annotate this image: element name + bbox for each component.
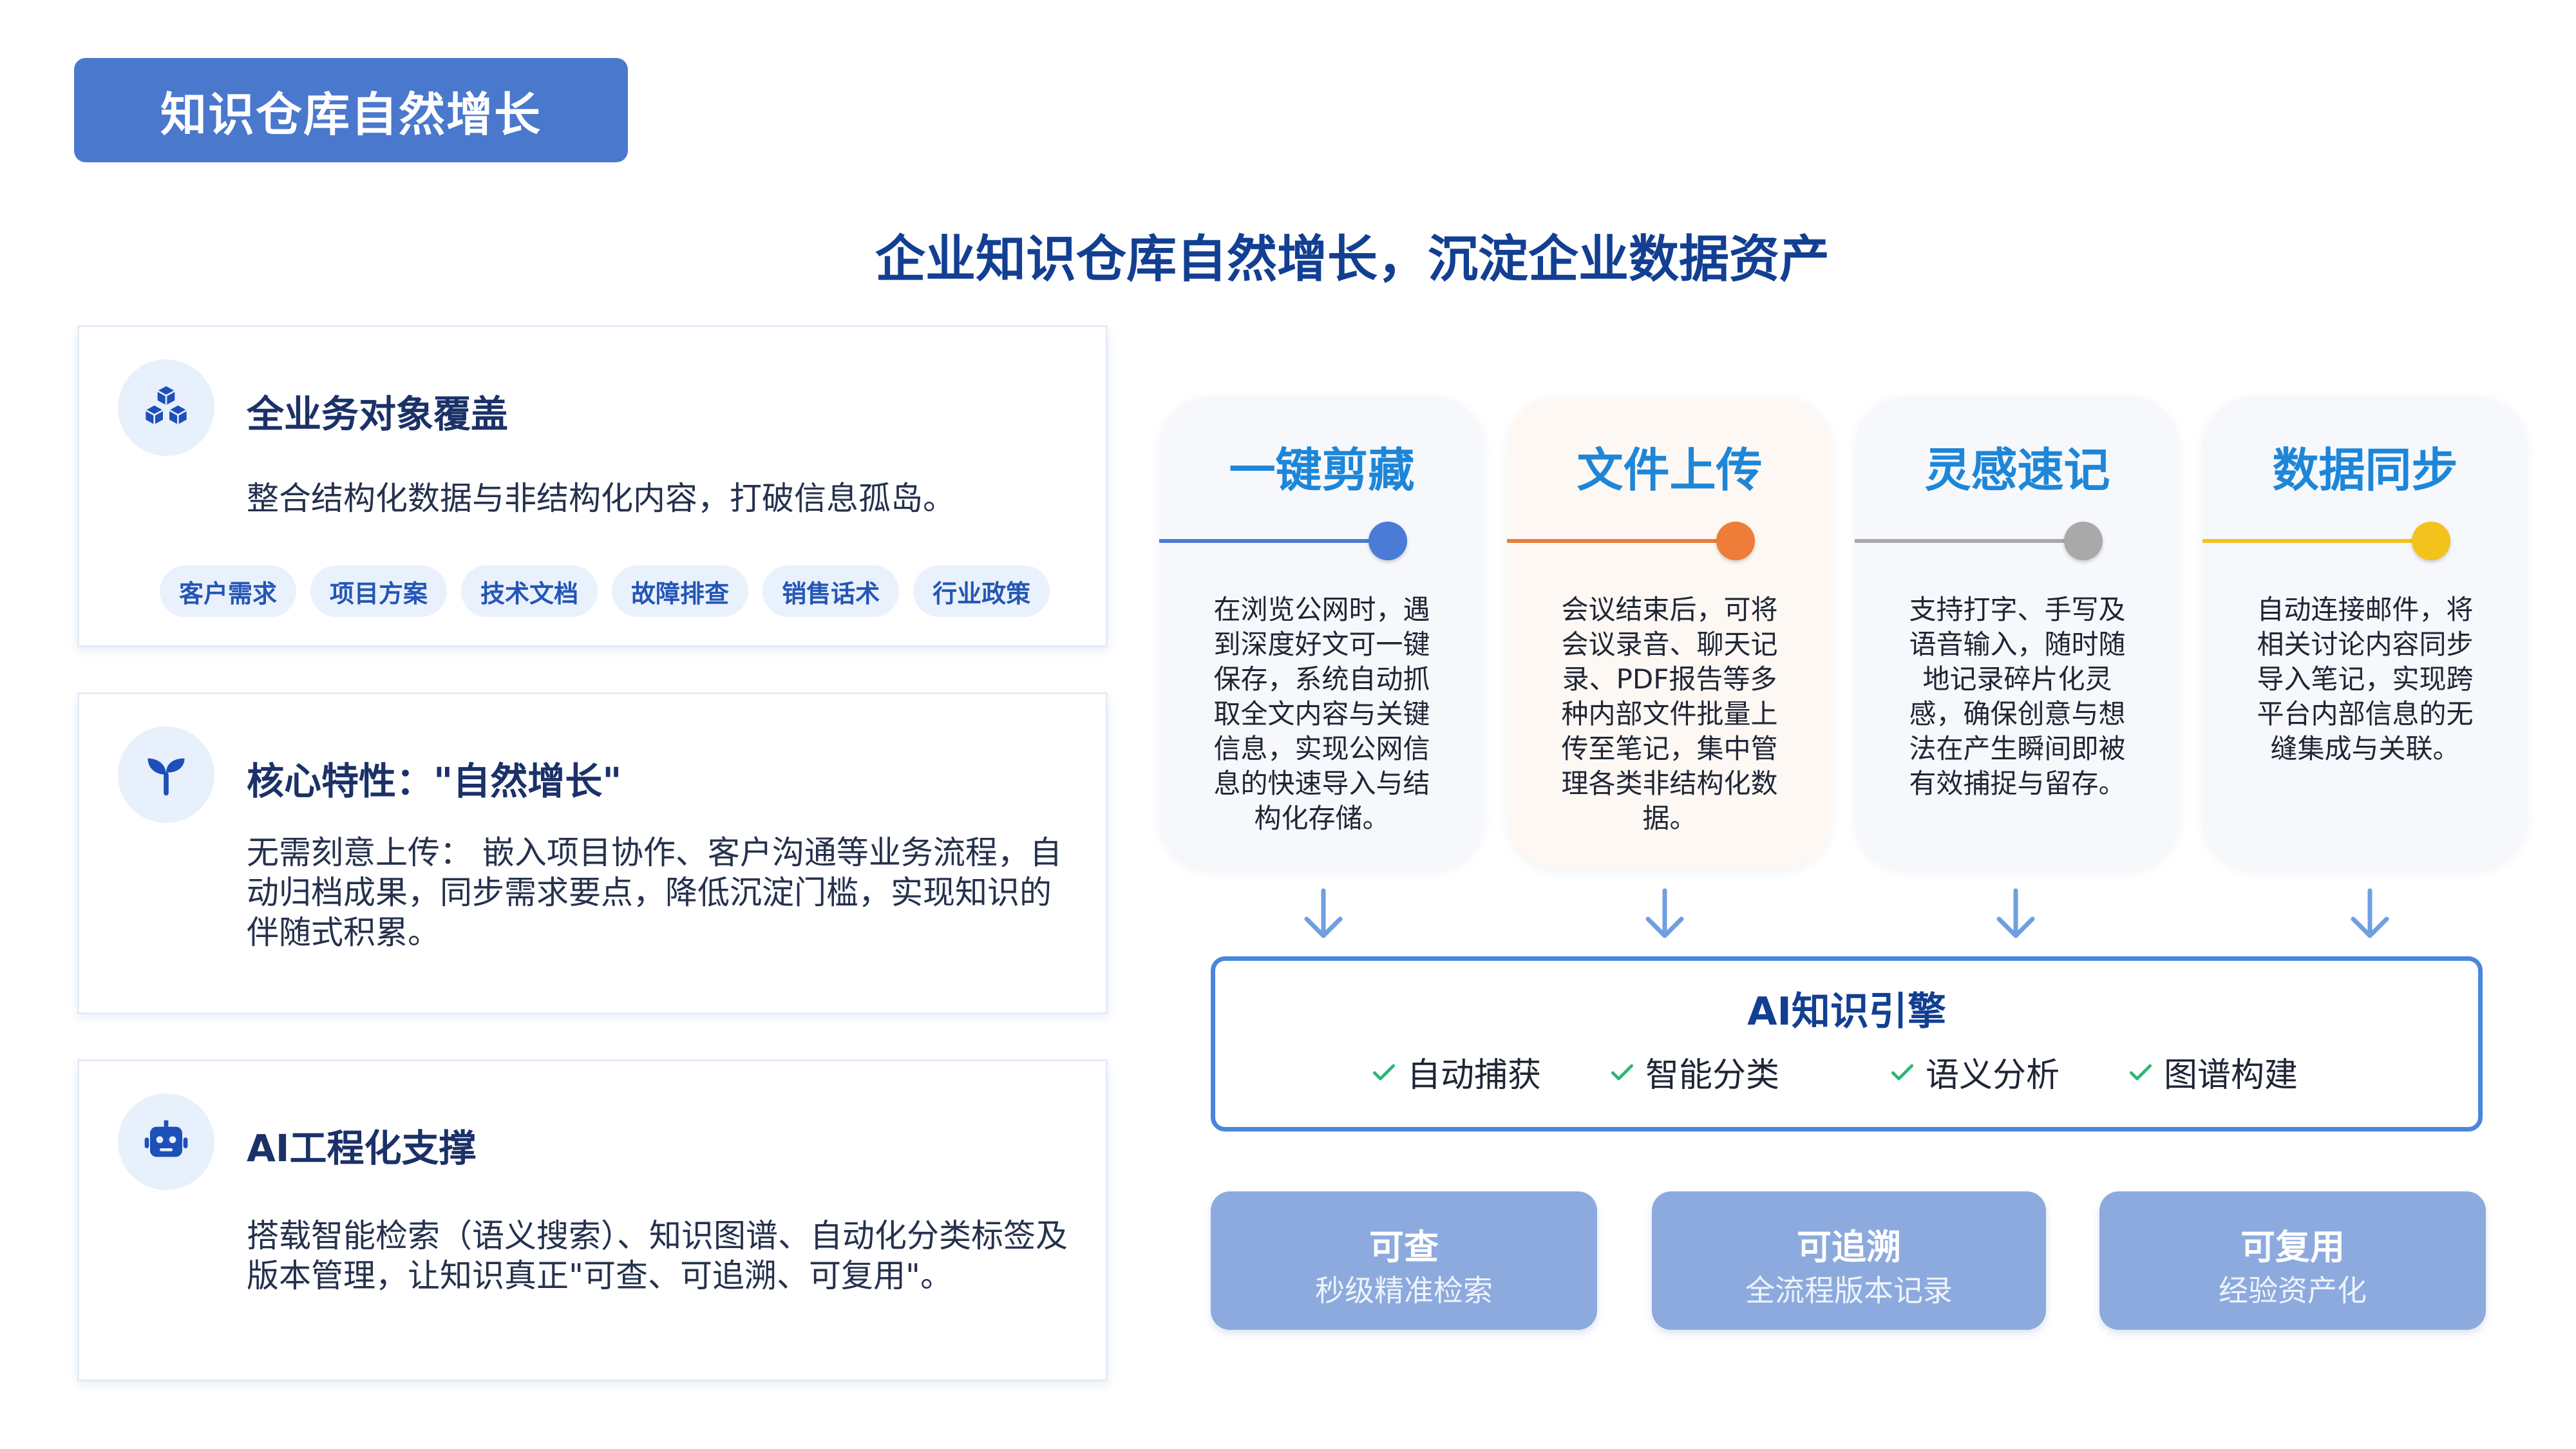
arrow-down-icon xyxy=(1996,888,2035,938)
card-business-coverage: 全业务对象覆盖 整合结构化数据与非结构化内容，打破信息孤岛。 客户需求 项目方案… xyxy=(77,325,1108,647)
page-headline: 企业知识仓库自然增长，沉淀企业数据资产 xyxy=(875,231,1830,289)
value-box-reusable: 可复用 经验资产化 xyxy=(2099,1191,2486,1330)
value-box-traceable: 可追溯 全流程版本记录 xyxy=(1652,1191,2046,1330)
stage-dot xyxy=(2064,522,2103,560)
stage-dot xyxy=(1716,522,1755,560)
title-badge: 知识仓库自然增长 xyxy=(74,58,628,162)
stage-line xyxy=(1159,539,1381,543)
tag-item[interactable]: 行业政策 xyxy=(913,565,1050,617)
card-description: 搭载智能检索（语义搜索）、知识图谱、自动化分类标签及版本管理，让知识真正"可查、… xyxy=(247,1217,1068,1294)
card-title: AI工程化支撑 xyxy=(247,1126,477,1170)
stage-title: 文件上传 xyxy=(1577,443,1763,497)
stage-line xyxy=(1855,539,2077,543)
tag-item[interactable]: 客户需求 xyxy=(160,565,297,617)
engine-feature-label: 智能分类 xyxy=(1645,1056,1780,1095)
engine-feature: 语义分析 xyxy=(1888,1048,2060,1096)
cubes-icon xyxy=(118,359,214,456)
card-description: 无需刻意上传： 嵌入项目协作、客户沟通等业务流程，自动归档成果，同步需求要点，降… xyxy=(247,834,1062,951)
check-icon xyxy=(1372,1064,1396,1080)
stage-description: 自动连接邮件，将相关讨论内容同步导入笔记，实现跨平台内部信息的无缝集成与关联。 xyxy=(2257,594,2474,764)
engine-feature-label: 语义分析 xyxy=(1926,1056,2060,1095)
card-description: 整合结构化数据与非结构化内容，打破信息孤岛。 xyxy=(247,480,955,517)
tag-item[interactable]: 故障排查 xyxy=(612,565,749,617)
stage-card-upload: 文件上传 会议结束后，可将会议录音、聊天记录、PDF报告等多种内部文件批量上传至… xyxy=(1507,396,1832,869)
stage-line xyxy=(1507,539,1729,543)
engine-feature: 自动捕获 xyxy=(1370,1048,1541,1096)
robot-icon xyxy=(118,1094,214,1190)
stage-card-sync: 数据同步 自动连接邮件，将相关讨论内容同步导入笔记，实现跨平台内部信息的无缝集成… xyxy=(2202,396,2528,869)
engine-feature: 智能分类 xyxy=(1608,1048,1779,1096)
stage-description: 在浏览公网时，遇到深度好文可一键保存，系统自动抓取全文内容与关键信息，实现公网信… xyxy=(1213,594,1430,834)
stage-title: 数据同步 xyxy=(2272,443,2458,497)
arrow-down-icon xyxy=(1304,888,1343,938)
engine-feature: 图谱构建 xyxy=(2126,1048,2298,1096)
sprout-icon xyxy=(118,726,214,823)
tag-list: 客户需求 项目方案 技术文档 故障排查 销售话术 行业政策 xyxy=(160,565,1050,617)
tag-item[interactable]: 销售话术 xyxy=(762,565,900,617)
arrow-down-icon xyxy=(2351,888,2389,938)
stage-line xyxy=(2202,539,2425,543)
card-title: 核心特性："自然增长" xyxy=(247,759,622,803)
stage-dot xyxy=(1368,522,1407,560)
engine-title: AI知识引擎 xyxy=(1747,989,1946,1034)
engine-feature-label: 图谱构建 xyxy=(2164,1056,2298,1095)
card-core-feature: 核心特性："自然增长" 无需刻意上传： 嵌入项目协作、客户沟通等业务流程，自动归… xyxy=(77,692,1108,1014)
card-title: 全业务对象覆盖 xyxy=(247,392,509,436)
value-box-searchable: 可查 秒级精准检索 xyxy=(1211,1191,1597,1330)
value-subtitle: 秒级精准检索 xyxy=(1315,1273,1493,1308)
value-subtitle: 经验资产化 xyxy=(2219,1273,2367,1308)
stage-description: 支持打字、手写及语音输入，随时随地记录碎片化灵感，确保创意与想法在产生瞬间即被有… xyxy=(1909,594,2126,799)
arrow-down-icon xyxy=(1645,888,1684,938)
ai-engine-box: AI知识引擎 自动捕获 智能分类 语义分析 图谱构建 xyxy=(1211,956,2483,1132)
value-title: 可追溯 xyxy=(1797,1227,1901,1267)
value-title: 可查 xyxy=(1369,1227,1439,1267)
check-icon xyxy=(2129,1064,2152,1080)
stage-card-notes: 灵感速记 支持打字、手写及语音输入，随时随地记录碎片化灵感，确保创意与想法在产生… xyxy=(1855,396,2180,869)
tag-item[interactable]: 技术文档 xyxy=(461,565,598,617)
stage-title: 一键剪藏 xyxy=(1229,443,1415,497)
stage-dot xyxy=(2412,522,2450,560)
check-icon xyxy=(1891,1064,1914,1080)
value-title: 可复用 xyxy=(2240,1227,2345,1267)
value-subtitle: 全流程版本记录 xyxy=(1745,1273,1953,1308)
check-icon xyxy=(1611,1064,1634,1080)
tag-item[interactable]: 项目方案 xyxy=(310,565,448,617)
card-ai-engineering: AI工程化支撑 搭载智能检索（语义搜索）、知识图谱、自动化分类标签及版本管理，让… xyxy=(77,1059,1108,1381)
stage-description: 会议结束后，可将会议录音、聊天记录、PDF报告等多种内部文件批量上传至笔记，集中… xyxy=(1561,594,1778,834)
stage-card-clip: 一键剪藏 在浏览公网时，遇到深度好文可一键保存，系统自动抓取全文内容与关键信息，… xyxy=(1159,396,1484,869)
engine-feature-label: 自动捕获 xyxy=(1407,1056,1542,1095)
stage-title: 灵感速记 xyxy=(1924,443,2110,497)
